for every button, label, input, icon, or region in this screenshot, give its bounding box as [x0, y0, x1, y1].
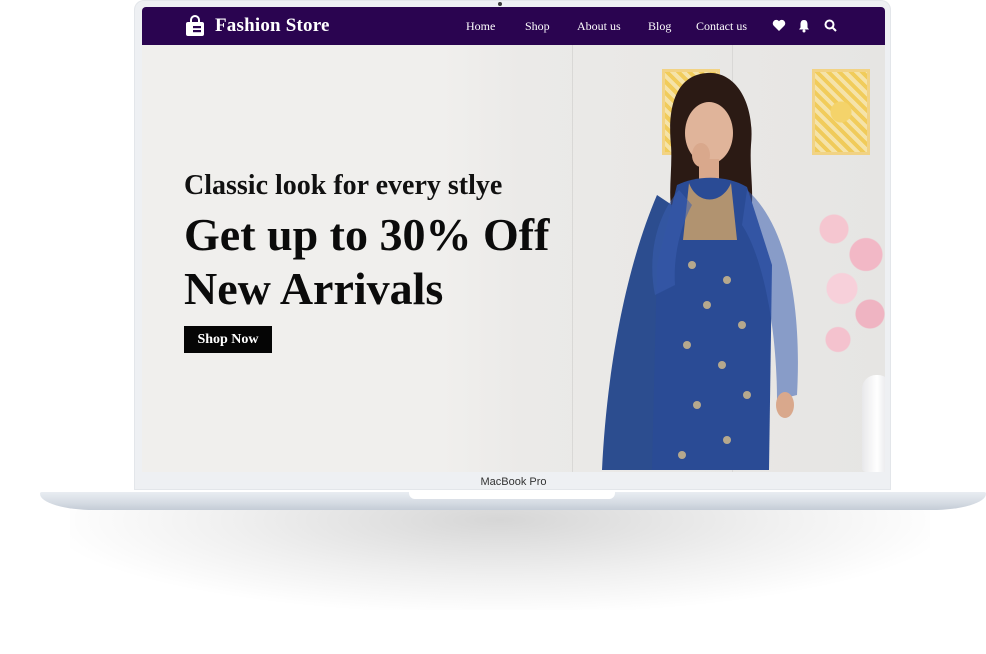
- nav-link-shop[interactable]: Shop: [525, 19, 550, 34]
- navbar: Fashion Store Home Shop About us Blog Co…: [142, 7, 885, 45]
- device-label: MacBook Pro: [480, 476, 547, 488]
- shopping-bag-icon: [184, 15, 206, 37]
- hero-headline: Get up to 30% Off: [184, 209, 550, 260]
- hero-banner: Classic look for every stlye Get up to 3…: [142, 45, 885, 472]
- laptop-camera: [498, 2, 502, 6]
- nav-link-home[interactable]: Home: [466, 19, 495, 34]
- nav-link-blog[interactable]: Blog: [648, 19, 671, 34]
- vase: [862, 375, 885, 472]
- brand[interactable]: Fashion Store: [184, 14, 330, 38]
- laptop-screen: Fashion Store Home Shop About us Blog Co…: [142, 7, 885, 472]
- hero-subtitle: Classic look for every stlye: [184, 170, 503, 201]
- model-photo: [602, 72, 798, 470]
- laptop-shadow: [70, 510, 930, 610]
- search-icon[interactable]: [824, 19, 837, 32]
- nav-link-about-us[interactable]: About us: [577, 19, 621, 34]
- bell-icon[interactable]: [798, 19, 810, 33]
- heart-icon[interactable]: [772, 19, 786, 32]
- brand-name: Fashion Store: [215, 15, 330, 36]
- hero-headline-secondary: New Arrivals: [184, 263, 444, 314]
- laptop-notch: [409, 492, 615, 499]
- nav-link-contact-us[interactable]: Contact us: [696, 19, 747, 34]
- shop-now-button[interactable]: Shop Now: [184, 326, 272, 353]
